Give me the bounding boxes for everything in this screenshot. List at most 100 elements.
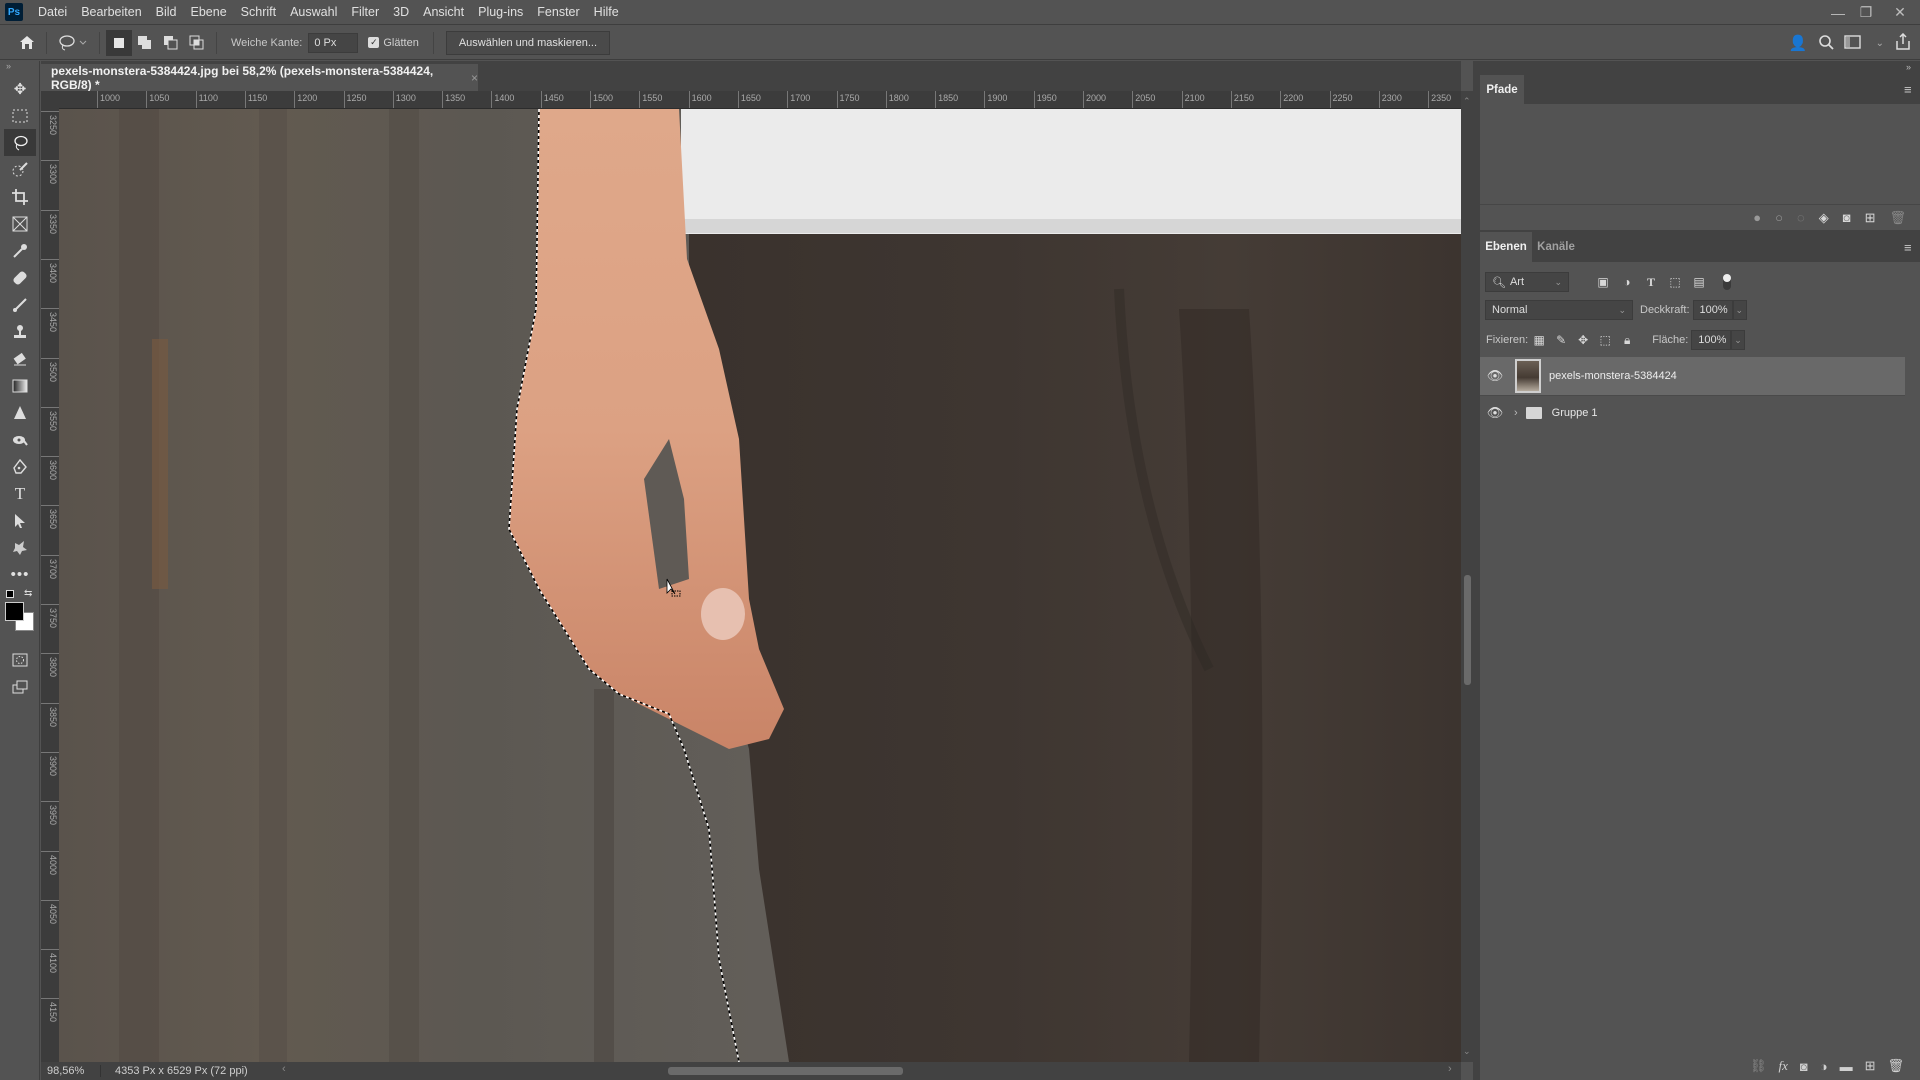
lasso-tool-icon[interactable]	[4, 129, 36, 156]
filter-toggle-switch[interactable]	[1723, 274, 1731, 290]
visibility-eye-icon[interactable]: 👁︎	[1480, 405, 1510, 421]
lock-image-pixels-icon[interactable]: ✎	[1550, 333, 1572, 347]
new-group-folder-icon[interactable]: ▬	[1840, 1059, 1853, 1074]
dodge-tool-icon[interactable]	[0, 426, 40, 453]
chevron-down-icon[interactable]: ⌄	[1876, 38, 1884, 49]
new-adjustment-layer-icon[interactable]: ◑	[1820, 1059, 1828, 1074]
filter-pixel-layers-icon[interactable]: ▣	[1591, 275, 1615, 289]
menu-bild[interactable]: Bild	[149, 0, 184, 25]
layer-style-fx-icon[interactable]: fx	[1778, 1058, 1787, 1074]
home-icon[interactable]	[14, 30, 40, 56]
gradient-tool-icon[interactable]	[0, 372, 40, 399]
add-layer-mask-icon[interactable]: ◙	[1800, 1059, 1808, 1074]
menu-ansicht[interactable]: Ansicht	[416, 0, 471, 25]
make-work-path-icon[interactable]: ◈	[1819, 210, 1829, 226]
horizontal-ruler[interactable]: 1000 1050 1100 1150 1200 1250 1300 1350 1400 1450…	[59, 91, 1461, 109]
lock-artboard-icon[interactable]: ⬚	[1594, 333, 1616, 347]
expand-group-chevron-icon[interactable]: ›	[1514, 407, 1518, 419]
menu-plugins[interactable]: Plug-ins	[471, 0, 530, 25]
share-export-icon[interactable]	[1894, 32, 1912, 54]
document-canvas[interactable]	[59, 109, 1461, 1062]
menu-hilfe[interactable]: Hilfe	[587, 0, 626, 25]
visibility-eye-icon[interactable]: 👁︎	[1480, 368, 1510, 384]
type-tool-icon[interactable]: T	[0, 480, 40, 507]
layer-filter-dropdown[interactable]: 🔍︎ Art ⌄	[1485, 272, 1569, 292]
new-selection-icon[interactable]	[106, 29, 132, 56]
tab-paths[interactable]: Pfade	[1480, 75, 1524, 104]
healing-brush-tool-icon[interactable]	[0, 264, 40, 291]
menu-bearbeiten[interactable]: Bearbeiten	[74, 0, 148, 25]
object-selection-tool-icon[interactable]	[0, 156, 40, 183]
toolbar-collapse-icon[interactable]: »	[0, 61, 39, 75]
frame-tool-icon[interactable]	[0, 210, 40, 237]
custom-shape-tool-icon[interactable]	[0, 534, 40, 561]
add-to-selection-icon[interactable]	[132, 30, 158, 56]
lock-position-icon[interactable]: ✥	[1572, 333, 1594, 347]
blur-tool-icon[interactable]	[0, 399, 40, 426]
layer-name[interactable]: Gruppe 1	[1552, 407, 1598, 419]
delete-path-icon[interactable]: 🗑	[1889, 210, 1906, 226]
workspace-icon[interactable]	[1843, 34, 1866, 53]
fill-input[interactable]: 100%	[1691, 330, 1732, 350]
vertical-scrollbar-thumb[interactable]	[1464, 575, 1471, 685]
menu-auswahl[interactable]: Auswahl	[283, 0, 344, 25]
restore-button[interactable]: ❐	[1852, 0, 1880, 25]
close-document-icon[interactable]: ×	[471, 71, 478, 85]
search-icon[interactable]	[1818, 34, 1834, 53]
intersect-selection-icon[interactable]	[184, 30, 210, 56]
eyedropper-tool-icon[interactable]	[0, 237, 40, 264]
paths-panel-menu-icon[interactable]: ≡	[1904, 82, 1912, 97]
antialias-checkbox[interactable]: ✓ Glätten	[368, 37, 419, 49]
document-tab[interactable]: pexels-monstera-5384424.jpg bei 58,2% (p…	[41, 64, 478, 92]
layers-panel-menu-icon[interactable]: ≡	[1904, 240, 1912, 255]
vertical-ruler[interactable]: 3250 3300 3350 3400 3450 3500 3550 3600 3650 3700…	[41, 109, 59, 1062]
feather-input[interactable]	[308, 32, 359, 53]
minimize-button[interactable]: —	[1824, 0, 1852, 25]
lock-all-icon[interactable]: 🔒︎	[1616, 333, 1638, 348]
new-layer-icon[interactable]: ⊞	[1865, 1058, 1876, 1074]
filter-smart-objects-icon[interactable]: ▤	[1687, 275, 1711, 289]
clone-stamp-tool-icon[interactable]	[0, 318, 40, 345]
stroke-path-icon[interactable]: ○	[1775, 210, 1783, 225]
menu-ebene[interactable]: Ebene	[184, 0, 234, 25]
layer-row[interactable]: 👁︎ › Gruppe 1	[1480, 395, 1905, 429]
blend-mode-dropdown[interactable]: Normal ⌄	[1485, 300, 1633, 320]
swap-colors-icon[interactable]: ⇆	[24, 588, 32, 599]
more-tools-icon[interactable]: •••	[0, 561, 40, 588]
tab-channels[interactable]: Kanäle	[1532, 232, 1580, 262]
tab-layers[interactable]: Ebenen	[1480, 232, 1532, 262]
menu-schrift[interactable]: Schrift	[234, 0, 283, 25]
filter-adjustment-layers-icon[interactable]: ◑	[1615, 275, 1639, 289]
layer-name[interactable]: pexels-monstera-5384424	[1549, 370, 1677, 382]
crop-tool-icon[interactable]	[0, 183, 40, 210]
menu-filter[interactable]: Filter	[344, 0, 386, 25]
screen-mode-icon[interactable]	[0, 673, 40, 700]
add-mask-icon[interactable]: ◙	[1843, 210, 1851, 225]
zoom-level[interactable]: 98,56%	[41, 1065, 101, 1077]
scroll-up-icon[interactable]: ⌃	[1463, 96, 1471, 107]
move-tool-icon[interactable]: ✥	[0, 75, 40, 102]
filter-shape-layers-icon[interactable]: ⬚	[1663, 275, 1687, 289]
lock-transparent-pixels-icon[interactable]: ▦	[1528, 333, 1550, 347]
ruler-origin[interactable]	[41, 91, 59, 109]
dock-collapse-icon[interactable]: »	[1906, 62, 1911, 72]
brush-tool-icon[interactable]	[0, 291, 40, 318]
eraser-tool-icon[interactable]	[0, 345, 40, 372]
document-info[interactable]: 4353 Px x 6529 Px (72 ppi)	[101, 1065, 248, 1077]
path-selection-tool-icon[interactable]	[0, 507, 40, 534]
layer-row-selected[interactable]: 👁︎ pexels-monstera-5384424	[1480, 357, 1905, 395]
select-and-mask-button[interactable]: Auswählen und maskieren...	[445, 30, 610, 55]
create-new-path-icon[interactable]: ⊞	[1865, 210, 1876, 226]
share-user-icon[interactable]: 👤	[1789, 34, 1808, 52]
close-window-button[interactable]: ✕	[1880, 0, 1920, 25]
opacity-dropdown-button[interactable]: ⌄	[1732, 300, 1747, 320]
fill-dropdown-button[interactable]: ⌄	[1731, 330, 1746, 350]
fill-path-icon[interactable]: ●	[1753, 210, 1761, 225]
quick-mask-icon[interactable]	[0, 646, 40, 673]
menu-datei[interactable]: Datei	[31, 0, 74, 25]
link-layers-icon[interactable]: ⛓	[1750, 1058, 1767, 1074]
scroll-right-icon[interactable]: ›	[1448, 1063, 1452, 1075]
lasso-tool-preset-icon[interactable]	[53, 30, 93, 56]
scroll-left-icon[interactable]: ‹	[282, 1063, 286, 1075]
scroll-down-icon[interactable]: ⌄	[1463, 1046, 1471, 1057]
